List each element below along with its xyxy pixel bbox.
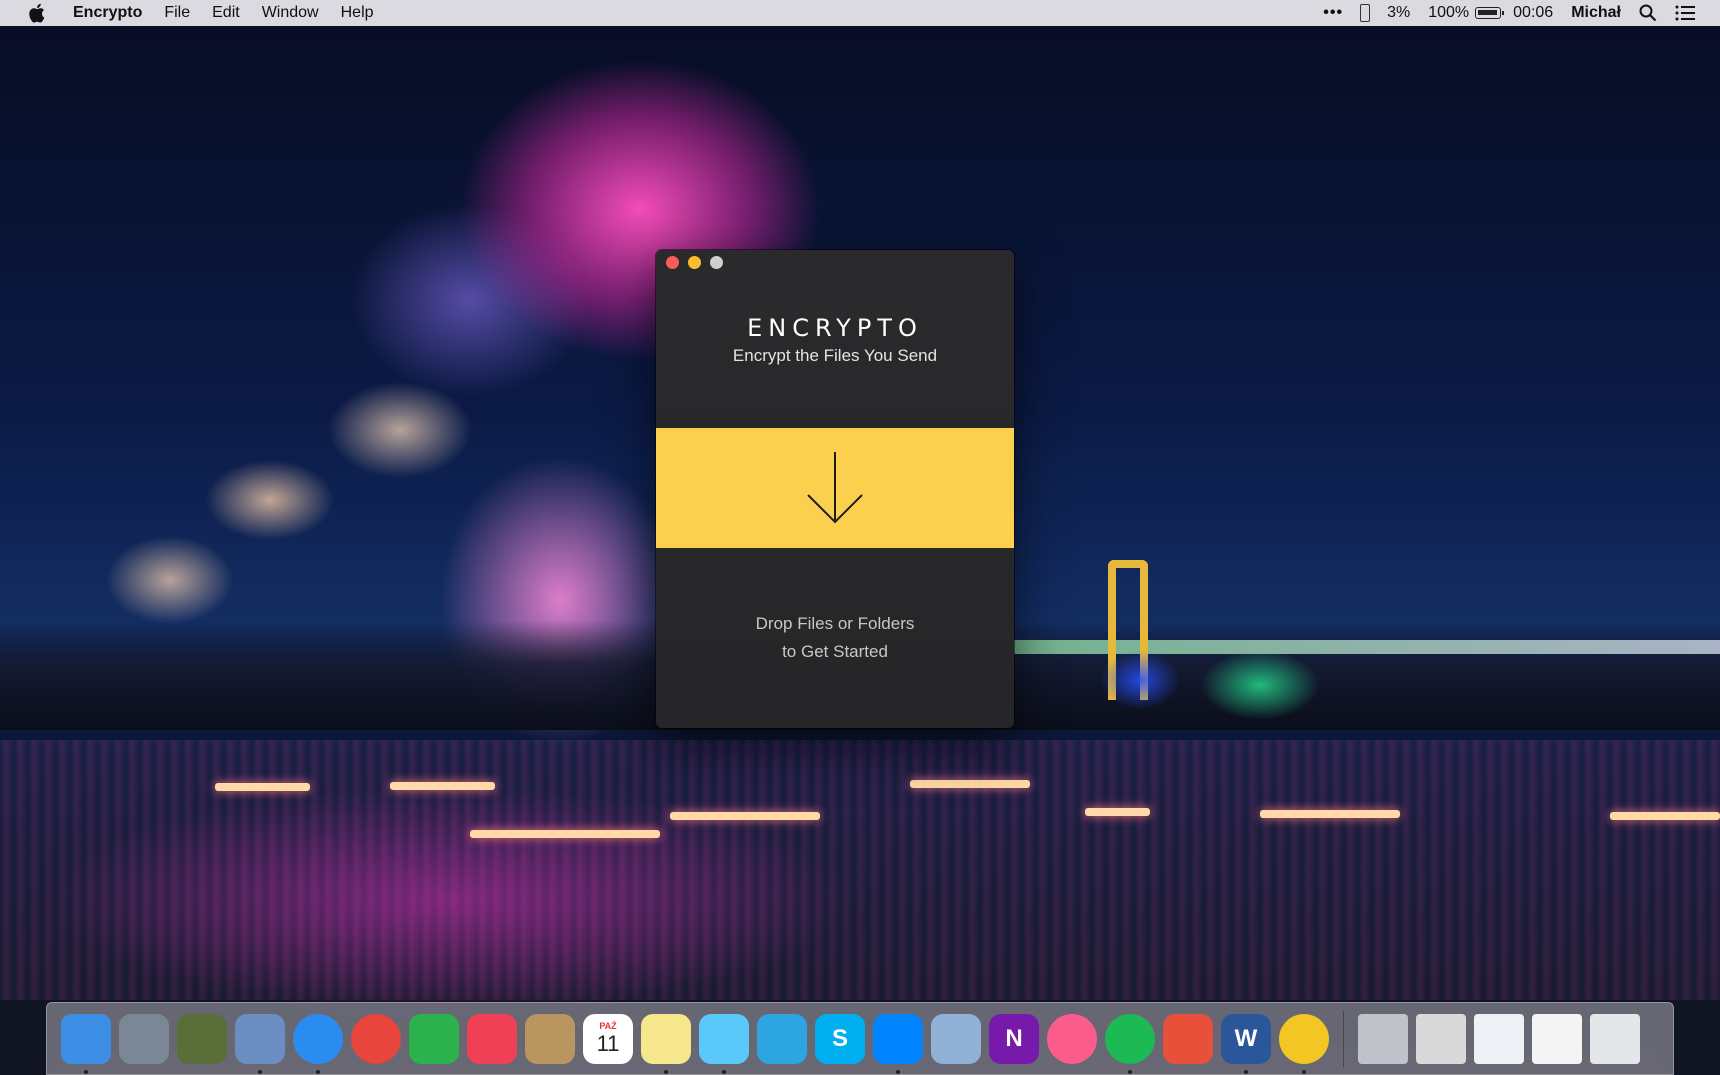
spotlight-search-icon[interactable] xyxy=(1630,4,1666,22)
dock-onenote-icon[interactable]: N xyxy=(989,1013,1039,1064)
battery-level[interactable]: 100% xyxy=(1419,0,1471,26)
dock-mission-control-icon[interactable] xyxy=(177,1013,227,1064)
boat xyxy=(215,783,310,791)
dock-minimized-window-2-icon[interactable] xyxy=(1532,1013,1582,1064)
dock-minimized-window-1-icon[interactable] xyxy=(1474,1013,1524,1064)
dock-contacts-icon[interactable] xyxy=(525,1013,575,1064)
dock-downloads-stack-icon[interactable] xyxy=(1358,1013,1408,1064)
dock-feedly-icon[interactable] xyxy=(409,1013,459,1064)
water-reflection xyxy=(0,740,1720,1000)
dock-messages-icon[interactable] xyxy=(699,1013,749,1074)
dock-itunes-icon[interactable] xyxy=(1047,1013,1097,1064)
overflow-menu[interactable]: ••• xyxy=(1314,0,1352,26)
onenote-letter: N xyxy=(1005,1024,1023,1052)
drop-zone[interactable] xyxy=(656,428,1014,548)
minimize-button[interactable] xyxy=(688,256,701,269)
clock[interactable]: 00:06 xyxy=(1501,0,1562,26)
boat xyxy=(1260,810,1400,818)
dock-mail-stamp-icon[interactable] xyxy=(235,1013,285,1074)
dock-pocket-icon[interactable] xyxy=(467,1013,517,1064)
drop-hint-line-1: Drop Files or Folders xyxy=(755,614,915,633)
dock-spotify-icon[interactable] xyxy=(1105,1013,1155,1074)
encrypto-window: ENCRYPTO Encrypt the Files You Send Drop… xyxy=(656,250,1014,728)
boat xyxy=(910,780,1030,788)
down-arrow-icon xyxy=(807,452,863,524)
dock-chrome-icon[interactable] xyxy=(351,1013,401,1064)
app-title: ENCRYPTO xyxy=(747,314,923,342)
boat xyxy=(1085,808,1150,816)
bridge-glow xyxy=(1100,650,1180,710)
dock-preview-icon[interactable] xyxy=(931,1013,981,1064)
menu-window[interactable]: Window xyxy=(251,0,330,26)
dock-launchpad-icon[interactable] xyxy=(119,1013,169,1064)
boat xyxy=(470,830,660,838)
dock-telegram-icon[interactable] xyxy=(757,1013,807,1064)
user-name[interactable]: Michał xyxy=(1562,0,1630,26)
boat xyxy=(1610,812,1720,820)
drop-hint-line-2: to Get Started xyxy=(782,642,888,661)
apple-icon[interactable] xyxy=(24,3,48,23)
status-area: ••• 3% 100% 00:06 Michał xyxy=(1314,0,1720,26)
dock-calendar-icon[interactable]: PAŹ 11 xyxy=(583,1013,633,1064)
menu-file[interactable]: File xyxy=(153,0,201,26)
boat xyxy=(390,782,495,790)
dock-finder-icon[interactable] xyxy=(61,1013,111,1074)
close-button[interactable] xyxy=(666,256,679,269)
menu-app-name[interactable]: Encrypto xyxy=(62,0,153,26)
dock-encrypto-icon[interactable] xyxy=(1279,1013,1329,1074)
app-tagline: Encrypt the Files You Send xyxy=(732,346,938,365)
building-glow xyxy=(1200,650,1320,720)
dock-documents-stack-icon[interactable] xyxy=(1416,1013,1466,1064)
dock-separator xyxy=(1343,1010,1344,1067)
skype-letter: S xyxy=(831,1024,848,1052)
phone-icon[interactable] xyxy=(1360,4,1371,22)
boat xyxy=(670,812,820,820)
window-controls xyxy=(666,256,723,269)
dock-transmit-icon[interactable] xyxy=(1163,1013,1213,1064)
dock-safari-icon[interactable] xyxy=(293,1013,343,1074)
calendar-day: 11 xyxy=(596,1030,620,1056)
notification-center-icon[interactable] xyxy=(1666,5,1704,21)
dock: PAŹ 11 S N W xyxy=(46,1002,1674,1075)
battery-icon[interactable] xyxy=(1475,7,1505,19)
menu-edit[interactable]: Edit xyxy=(201,0,251,26)
phone-battery-level[interactable]: 3% xyxy=(1378,0,1419,26)
dock-messenger-icon[interactable] xyxy=(873,1013,923,1074)
drop-instructions: Drop Files or Folders to Get Started xyxy=(656,610,1014,666)
dock-notes-icon[interactable] xyxy=(641,1013,691,1074)
word-letter: W xyxy=(1234,1024,1258,1052)
dock-word-icon[interactable]: W xyxy=(1221,1013,1271,1074)
zoom-button[interactable] xyxy=(710,256,723,269)
menu-help[interactable]: Help xyxy=(330,0,385,26)
calendar-month: PAŹ xyxy=(599,1020,617,1031)
dock-trash-icon[interactable] xyxy=(1590,1013,1640,1064)
menu-bar: Encrypto File Edit Window Help ••• 3% 10… xyxy=(0,0,1720,26)
dock-skype-icon[interactable]: S xyxy=(815,1013,865,1064)
